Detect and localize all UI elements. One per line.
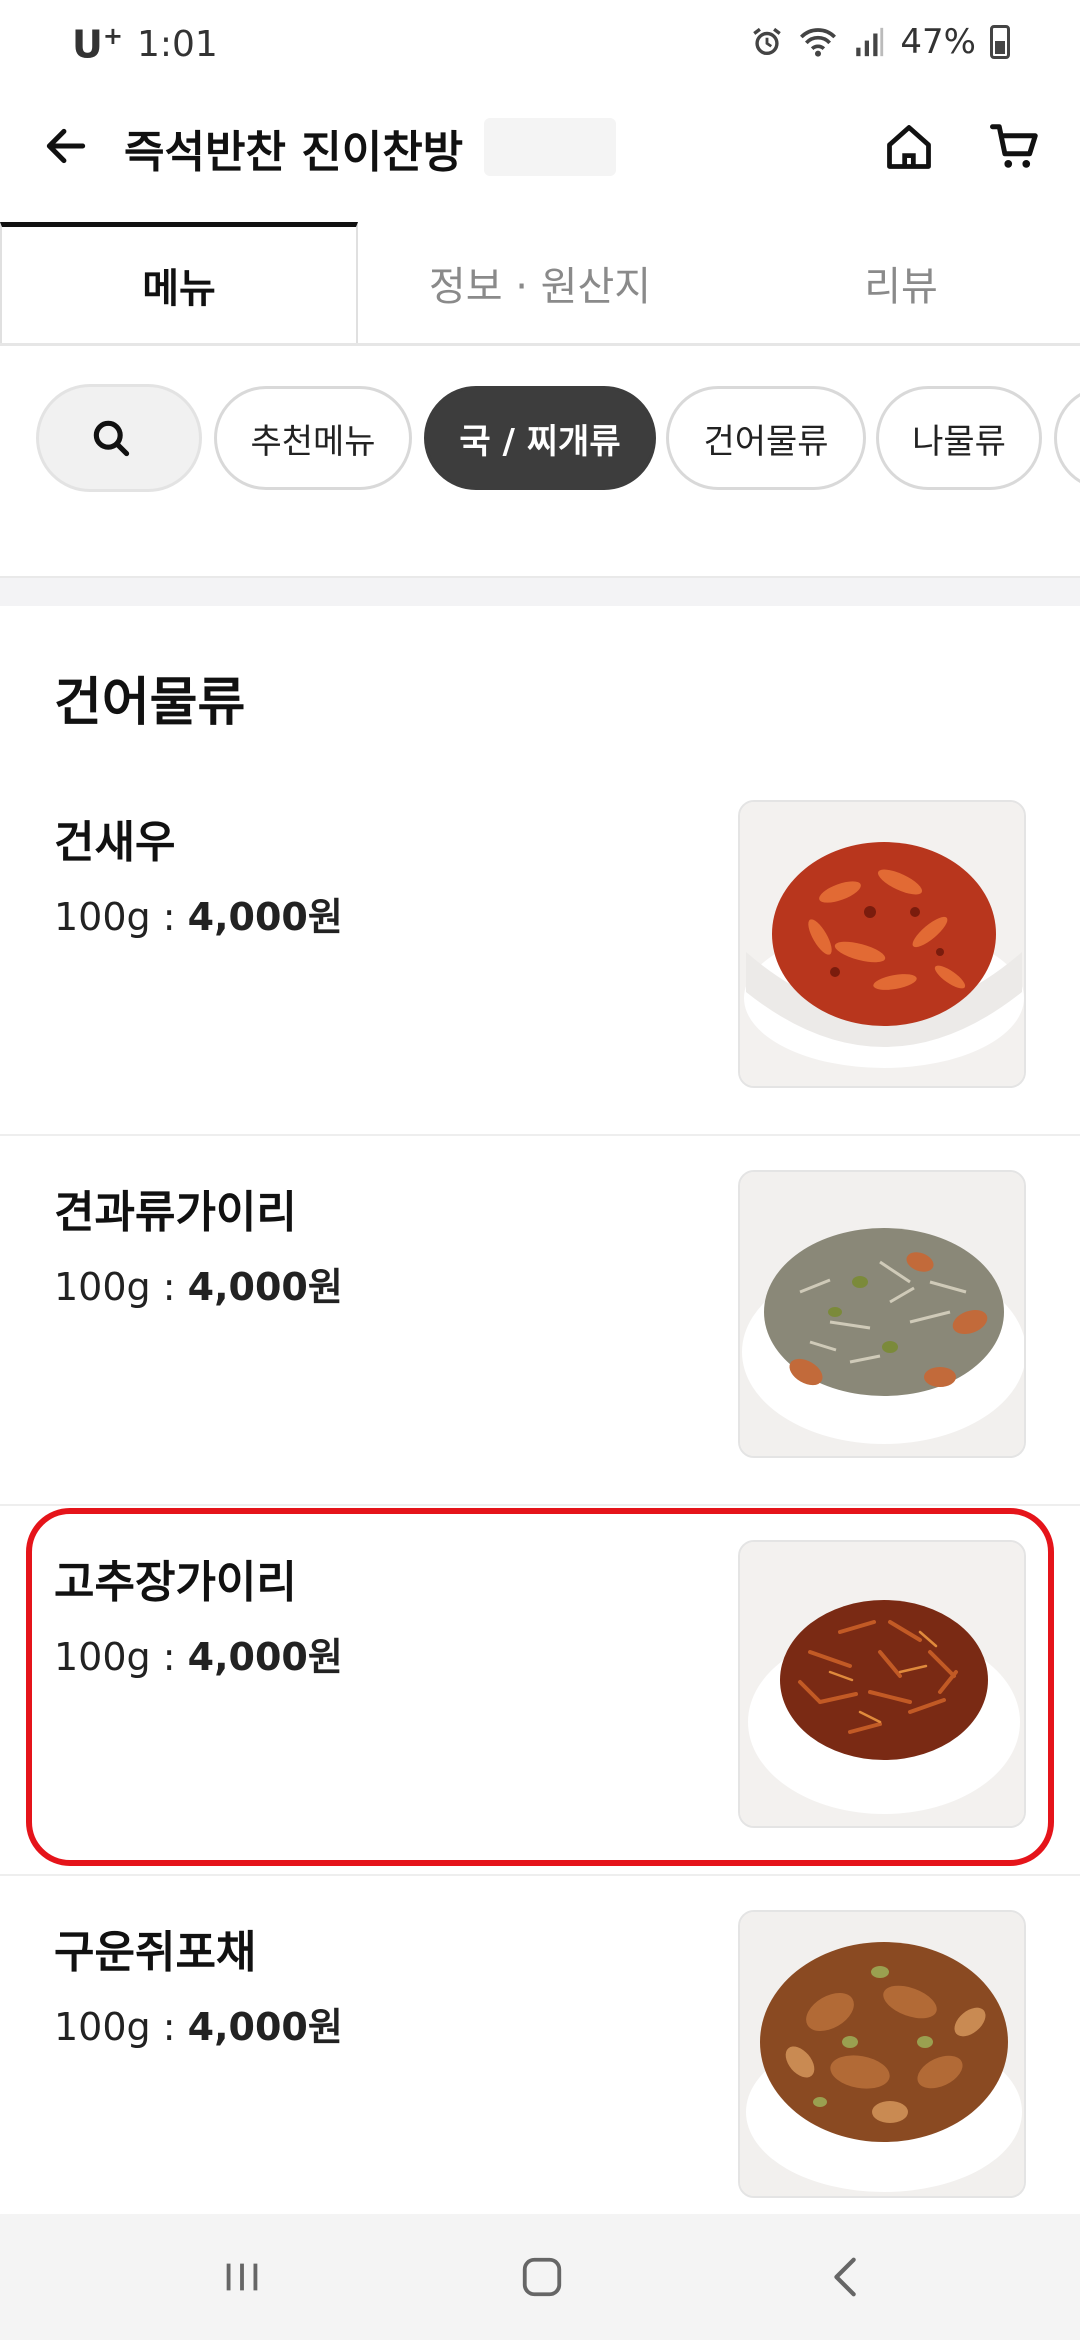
menu-item-name: 구운쥐포채 xyxy=(54,1927,257,1978)
recent-apps-icon xyxy=(226,2263,258,2291)
chip-next-partial[interactable] xyxy=(1054,386,1080,490)
category-chips: 추천메뉴 국 / 찌개류 건어물류 나물류 xyxy=(0,384,1080,494)
home-button[interactable] xyxy=(874,112,944,182)
section-divider xyxy=(0,576,1080,606)
menu-item-name: 고추장가이리 xyxy=(54,1557,297,1608)
category-search-button[interactable] xyxy=(36,384,202,492)
menu-item-price: 100g : 4,000원 xyxy=(54,1265,343,1309)
app-header: 즉석반찬 진이찬방 xyxy=(0,96,1080,200)
status-left: U+ 1:01 xyxy=(72,22,218,67)
menu-item-image xyxy=(738,1540,1026,1828)
chip-namul[interactable]: 나물류 xyxy=(876,386,1042,490)
recent-apps-button[interactable] xyxy=(202,2242,282,2312)
menu-item-name: 견과류가이리 xyxy=(54,1187,297,1238)
alarm-icon xyxy=(753,27,782,56)
cart-button[interactable] xyxy=(980,112,1050,182)
tab-review[interactable]: 리뷰 xyxy=(722,222,1080,343)
store-title: 즉석반찬 진이찬방 xyxy=(124,127,464,178)
chip-soup-stew[interactable]: 국 / 찌개류 xyxy=(424,386,656,490)
title-redaction xyxy=(484,118,616,176)
menu-item-image xyxy=(738,800,1026,1088)
menu-item-price: 100g : 4,000원 xyxy=(54,895,343,939)
battery-percent: 47% xyxy=(900,22,976,62)
back-nav-button[interactable] xyxy=(806,2242,886,2312)
tab-menu[interactable]: 메뉴 xyxy=(0,222,358,343)
menu-item-price: 100g : 4,000원 xyxy=(54,2005,343,2049)
back-arrow-icon xyxy=(46,128,86,164)
menu-item-image xyxy=(738,1170,1026,1458)
clock: 1:01 xyxy=(136,23,218,65)
home-nav-icon xyxy=(522,2257,562,2297)
status-right: 47% xyxy=(750,22,1010,62)
cart-icon xyxy=(990,124,1038,168)
chip-recommended[interactable]: 추천메뉴 xyxy=(214,386,412,490)
menu-item-name: 건새우 xyxy=(54,817,176,868)
menu-item-dried-shrimp[interactable]: 건새우 100g : 4,000원 xyxy=(0,766,1080,1136)
status-bar: U+ 1:01 47% xyxy=(0,0,1080,92)
signal-icon xyxy=(856,27,884,57)
store-tabs: 메뉴 정보 · 원산지 리뷰 xyxy=(0,222,1080,346)
system-nav-bar xyxy=(0,2214,1080,2340)
menu-item-gochujang-anchovy[interactable]: 고추장가이리 100g : 4,000원 xyxy=(0,1506,1080,1876)
home-nav-button[interactable] xyxy=(502,2242,582,2312)
back-button[interactable] xyxy=(34,114,98,178)
battery-icon xyxy=(990,25,1010,59)
wifi-icon xyxy=(800,28,837,57)
tab-info-origin[interactable]: 정보 · 원산지 xyxy=(358,222,722,343)
menu-item-grilled-filefish[interactable]: 구운쥐포채 100g : 4,000원 xyxy=(0,1876,1080,2246)
menu-item-image xyxy=(738,1910,1026,2198)
back-nav-icon xyxy=(834,2257,856,2297)
search-icon xyxy=(93,420,130,457)
menu-item-nut-anchovy[interactable]: 견과류가이리 100g : 4,000원 xyxy=(0,1136,1080,1506)
home-icon xyxy=(887,125,931,169)
menu-item-price: 100g : 4,000원 xyxy=(54,1635,343,1679)
section-title: 건어물류 xyxy=(54,673,246,733)
chip-dried-seafood[interactable]: 건어물류 xyxy=(666,386,866,490)
carrier-label: U+ xyxy=(72,22,123,67)
